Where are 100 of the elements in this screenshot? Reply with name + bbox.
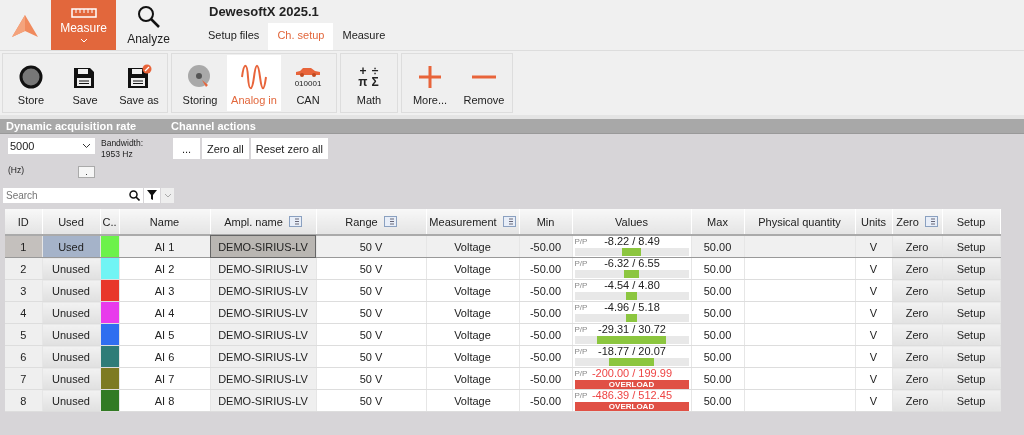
- pp-label: P/P: [574, 324, 588, 335]
- search-icon: [136, 4, 161, 29]
- table-cell: V: [855, 345, 892, 368]
- bandwidth-label: Bandwidth: 1953 Hz: [101, 138, 144, 160]
- column-header[interactable]: Max: [691, 209, 744, 235]
- search-icon: [129, 189, 140, 201]
- value-reading: -8.22 / 8.49: [603, 236, 661, 247]
- toolbar-button[interactable]: Save as: [112, 55, 166, 111]
- action-button[interactable]: ...: [173, 138, 200, 159]
- table-cell: 50 V: [316, 367, 426, 390]
- mode-tab[interactable]: Analyze: [116, 0, 181, 50]
- table-cell: -50.00: [519, 367, 572, 390]
- toolbar-button[interactable]: Save: [58, 55, 112, 111]
- column-header[interactable]: Measurement: [426, 209, 519, 235]
- column-header[interactable]: Range: [316, 209, 426, 235]
- section-title: Channel actions: [171, 119, 256, 133]
- can-caption: 010001: [294, 78, 322, 88]
- column-header[interactable]: Name: [119, 209, 210, 235]
- table-cell: V: [855, 367, 892, 390]
- setup-button[interactable]: Setup: [942, 346, 1000, 367]
- setup-button[interactable]: Setup: [942, 280, 1000, 301]
- column-header[interactable]: Min: [519, 209, 572, 235]
- pp-label: P/P: [574, 258, 588, 269]
- setup-button[interactable]: Setup: [942, 324, 1000, 345]
- setup-button[interactable]: Setup: [942, 302, 1000, 323]
- overload-bar: OVERLOAD: [574, 402, 689, 411]
- zero-button[interactable]: Zero: [892, 390, 942, 411]
- column-menu-icon[interactable]: [383, 216, 397, 227]
- column-header[interactable]: Units: [855, 209, 892, 235]
- table-cell: 50.00: [691, 345, 744, 368]
- setup-button[interactable]: Setup: [942, 368, 1000, 389]
- filter-button[interactable]: [144, 187, 160, 203]
- table-cell: AI 4: [119, 301, 210, 324]
- logo-icon: [11, 14, 39, 40]
- search-field[interactable]: Search: [3, 187, 143, 203]
- table-cell: V: [855, 257, 892, 280]
- table-cell: -50.00: [519, 389, 572, 412]
- table-cell: 50.00: [691, 389, 744, 412]
- column-menu-icon[interactable]: [924, 216, 938, 227]
- toolbar-button[interactable]: + ÷ π Σ Math: [342, 55, 396, 111]
- toolbar-button[interactable]: Remove: [457, 55, 511, 111]
- small-button[interactable]: .: [78, 166, 95, 178]
- setup-button[interactable]: Setup: [942, 390, 1000, 411]
- column-header[interactable]: Setup: [942, 209, 1000, 235]
- action-button[interactable]: Reset zero all: [250, 138, 328, 159]
- table-cell: 6: [5, 345, 42, 368]
- minus-icon: [472, 75, 496, 79]
- table-cell: 50.00: [691, 257, 744, 280]
- column-header[interactable]: Used: [42, 209, 100, 235]
- toolbar-button[interactable]: Storing: [173, 55, 227, 111]
- plus-icon: [418, 65, 442, 89]
- column-header[interactable]: Ampl. name: [210, 209, 316, 235]
- zero-button[interactable]: Zero: [892, 302, 942, 323]
- table-cell: -50.00: [519, 323, 572, 346]
- unit-label: (Hz): [8, 164, 25, 177]
- table-cell: -50.00: [519, 257, 572, 280]
- table-cell: -50.00: [519, 345, 572, 368]
- value-reading: -18.77 / 20.07: [597, 346, 667, 357]
- toolbar-button[interactable]: Analog in: [227, 55, 281, 111]
- tab[interactable]: Measure: [333, 23, 395, 50]
- table-cell: AI 6: [119, 345, 210, 368]
- table-cell: 3: [5, 279, 42, 302]
- pp-label: P/P: [574, 368, 588, 379]
- zero-button[interactable]: Zero: [892, 368, 942, 389]
- table-cell: Voltage: [426, 301, 519, 324]
- zero-button[interactable]: Zero: [892, 236, 942, 257]
- search-input[interactable]: Search: [3, 189, 129, 201]
- chevron-icon: [82, 143, 91, 149]
- toolbar-button[interactable]: More...: [403, 55, 457, 111]
- table-cell: -50.00: [519, 279, 572, 302]
- table-cell: 50 V: [316, 323, 426, 346]
- filter-icon: [147, 190, 157, 200]
- column-header[interactable]: Values: [572, 209, 691, 235]
- save-as-icon: [126, 64, 152, 90]
- table-cell: -50.00: [519, 301, 572, 324]
- column-header[interactable]: ID: [5, 209, 42, 235]
- zero-button[interactable]: Zero: [892, 346, 942, 367]
- zero-button[interactable]: Zero: [892, 280, 942, 301]
- column-menu-icon[interactable]: [288, 216, 302, 227]
- record-icon: [19, 65, 43, 89]
- section-title: Dynamic acquisition rate: [6, 119, 138, 133]
- table-cell: 50.00: [691, 301, 744, 324]
- zero-button[interactable]: Zero: [892, 324, 942, 345]
- value-reading: -29.31 / 30.72: [597, 324, 667, 335]
- column-menu-icon[interactable]: [502, 216, 516, 227]
- setup-button[interactable]: Setup: [942, 258, 1000, 279]
- toolbar-button[interactable]: 010001 CAN: [281, 55, 335, 111]
- table-cell: Voltage: [426, 279, 519, 302]
- zero-button[interactable]: Zero: [892, 258, 942, 279]
- action-button[interactable]: Zero all: [202, 138, 249, 159]
- tab[interactable]: Setup files: [199, 23, 269, 50]
- pp-label: P/P: [574, 346, 588, 357]
- value-reading: -4.54 / 4.80: [603, 280, 661, 291]
- rate-dropdown[interactable]: 5000: [8, 138, 95, 154]
- table-cell: 5: [5, 323, 42, 346]
- setup-button[interactable]: Setup: [942, 236, 1000, 257]
- table-cell: Voltage: [426, 367, 519, 390]
- column-header[interactable]: Physical quantity: [744, 209, 855, 235]
- column-header[interactable]: Zero: [892, 209, 942, 235]
- toolbar-button[interactable]: Store: [4, 55, 58, 111]
